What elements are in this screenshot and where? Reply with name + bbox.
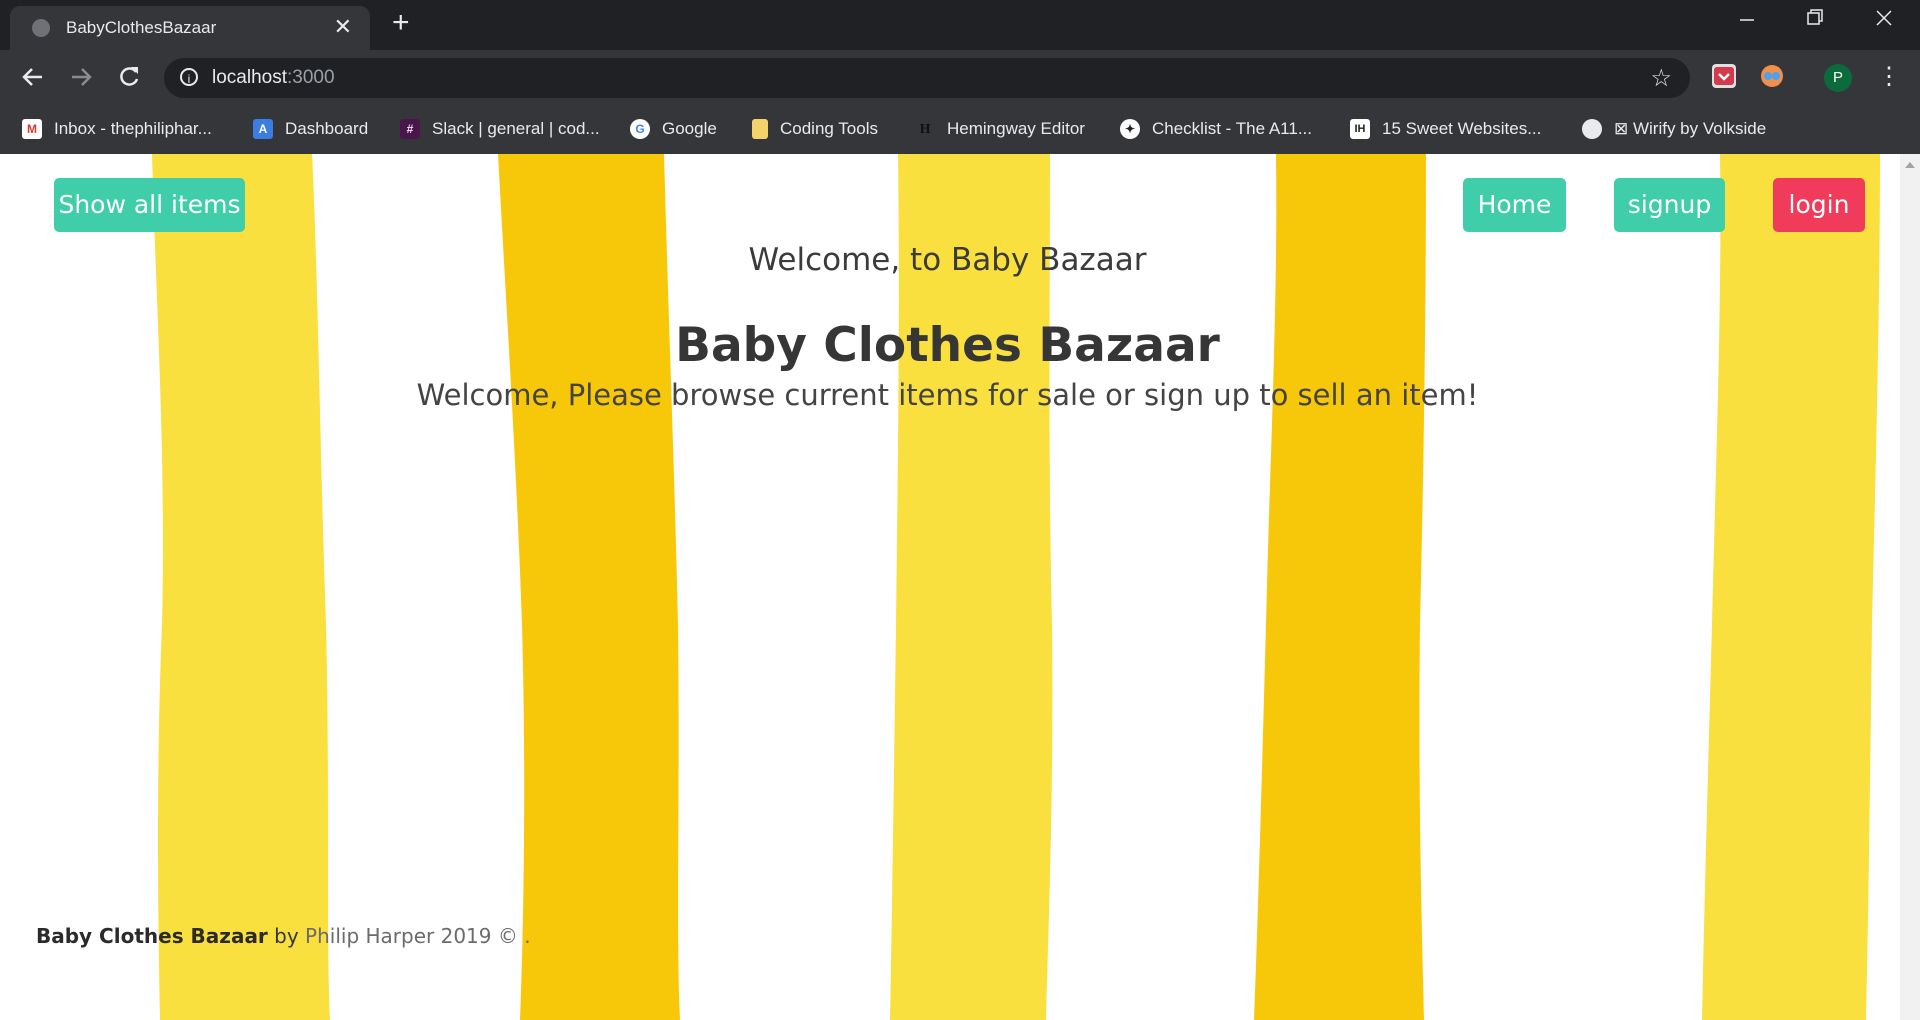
- profile-avatar[interactable]: P: [1824, 64, 1852, 92]
- bookmark-star-icon[interactable]: ☆: [1650, 64, 1672, 93]
- browser-menu-icon[interactable]: ⋮: [1877, 62, 1901, 92]
- page-scrollbar[interactable]: [1900, 154, 1920, 1020]
- new-tab-button[interactable]: +: [392, 8, 410, 38]
- hemingway-icon: H: [915, 119, 935, 139]
- bookmark-item[interactable]: A Dashboard: [253, 116, 368, 142]
- bookmark-item[interactable]: H Hemingway Editor: [915, 116, 1085, 142]
- extension-glasses-icon[interactable]: [1760, 64, 1784, 88]
- dashboard-icon: A: [253, 119, 273, 139]
- slack-icon: #: [400, 119, 420, 139]
- bookmark-item[interactable]: # Slack | general | cod...: [400, 116, 600, 142]
- tab-title: BabyClothesBazaar: [66, 18, 217, 37]
- bookmark-label: 15 Sweet Websites...: [1382, 119, 1542, 138]
- login-button[interactable]: login: [1773, 178, 1865, 232]
- bookmark-label: ⊠ Wirify by Volkside: [1614, 119, 1767, 138]
- striped-background: [152, 154, 1880, 1020]
- globe-icon: [1582, 119, 1602, 139]
- folder-icon: [752, 119, 768, 139]
- tab-strip: BabyClothesBazaar ✕ +: [0, 0, 1920, 50]
- page-subtitle: Welcome, Please browse current items for…: [416, 378, 1479, 412]
- accessibility-icon: ✦: [1120, 119, 1140, 139]
- page-title: Baby Clothes Bazaar: [675, 318, 1220, 373]
- bookmarks-bar: M Inbox - thephiliphar... A Dashboard # …: [0, 106, 1920, 154]
- welcome-greeting: Welcome, to Baby Bazaar: [748, 242, 1147, 278]
- footer-by: by: [267, 924, 306, 948]
- footer-author: Philip Harper 2019 © .: [305, 924, 531, 948]
- minimize-icon[interactable]: [1738, 6, 1756, 34]
- pocket-extension-icon[interactable]: [1712, 64, 1736, 88]
- info-icon[interactable]: i: [180, 68, 198, 86]
- bookmark-label: Inbox - thephiliphar...: [54, 119, 212, 138]
- browser-chrome: BabyClothesBazaar ✕ + i localhost:3000 ☆: [0, 0, 1920, 154]
- show-all-items-button[interactable]: Show all items: [54, 178, 245, 232]
- browser-tab[interactable]: BabyClothesBazaar ✕: [10, 6, 370, 50]
- bookmark-item[interactable]: IH 15 Sweet Websites...: [1350, 116, 1541, 142]
- url-text[interactable]: localhost:3000: [212, 67, 335, 89]
- bookmark-label: Dashboard: [285, 119, 369, 138]
- bookmark-item[interactable]: M Inbox - thephiliphar...: [22, 116, 212, 142]
- bookmark-item[interactable]: G Google: [630, 116, 717, 142]
- bookmark-label: Hemingway Editor: [947, 119, 1085, 138]
- browser-toolbar: i localhost:3000 ☆ P ⋮: [0, 50, 1920, 106]
- home-button[interactable]: Home: [1463, 178, 1566, 232]
- google-icon: G: [630, 119, 650, 139]
- close-window-icon[interactable]: [1875, 6, 1893, 34]
- bookmark-label: Checklist - The A11...: [1152, 119, 1312, 138]
- page-viewport: Show all items Home signup login Welcome…: [0, 154, 1900, 1020]
- bookmark-label: Slack | general | cod...: [432, 119, 600, 138]
- bookmark-item[interactable]: Coding Tools: [752, 116, 878, 142]
- bookmark-item[interactable]: ⊠ Wirify by Volkside: [1582, 116, 1766, 142]
- footer-brand: Baby Clothes Bazaar: [36, 924, 268, 948]
- reload-icon[interactable]: [116, 62, 142, 98]
- scroll-up-arrow-icon[interactable]: [1905, 162, 1915, 168]
- tab-close-icon[interactable]: ✕: [334, 14, 352, 40]
- forward-icon[interactable]: [68, 62, 94, 98]
- bookmark-item[interactable]: ✦ Checklist - The A11...: [1120, 116, 1312, 142]
- restore-icon[interactable]: [1806, 6, 1824, 34]
- back-icon[interactable]: [20, 62, 46, 98]
- bookmark-label: Google: [662, 119, 717, 138]
- globe-icon: [32, 19, 50, 37]
- signup-button[interactable]: signup: [1614, 178, 1725, 232]
- address-bar[interactable]: i localhost:3000 ☆: [164, 58, 1690, 98]
- footer: Baby Clothes Bazaar by Philip Harper 201…: [36, 924, 531, 948]
- bookmark-label: Coding Tools: [780, 119, 878, 138]
- gmail-icon: M: [22, 119, 42, 139]
- ih-icon: IH: [1350, 119, 1370, 139]
